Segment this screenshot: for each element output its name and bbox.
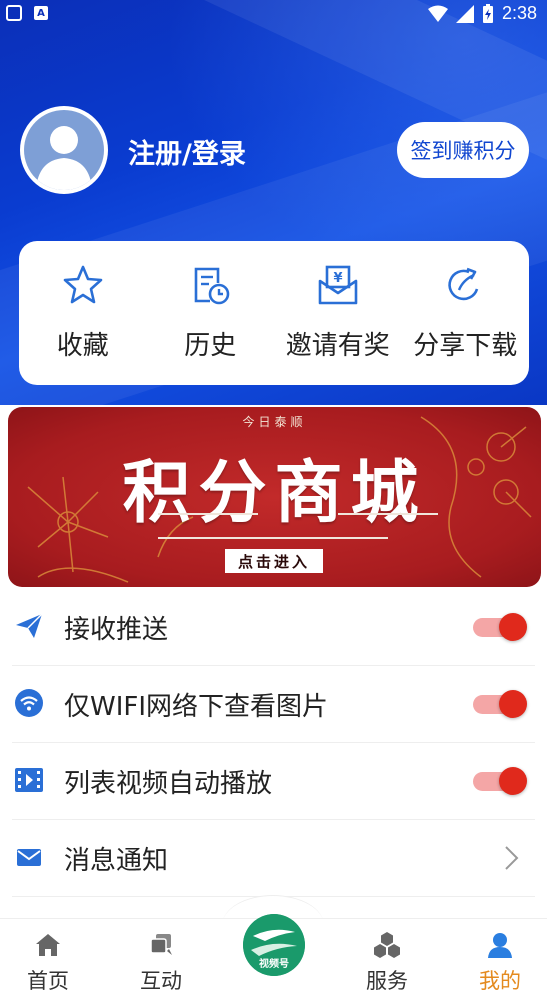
quick-action-label: 历史 — [184, 331, 237, 361]
invite-reward-icon: ¥ — [318, 265, 358, 305]
quick-action-invite-reward[interactable]: ¥ 邀请有奖 — [274, 241, 402, 385]
chevron-right-icon — [505, 846, 519, 870]
quick-action-favorites[interactable]: 收藏 — [19, 241, 147, 385]
mail-icon — [17, 849, 41, 866]
status-bar: A 2:38 — [0, 0, 547, 28]
quick-action-share-download[interactable]: 分享下载 — [402, 241, 530, 385]
nav-label: 首页 — [27, 969, 69, 993]
center-logo-label: 视频号 — [259, 959, 289, 970]
nav-home[interactable]: 首页 — [3, 919, 93, 995]
video-icon — [15, 768, 43, 792]
setting-row-push[interactable]: 接收推送 — [12, 589, 535, 666]
quick-action-history[interactable]: 历史 — [147, 241, 275, 385]
nav-interact[interactable]: 互动 — [116, 919, 206, 995]
battery-icon — [482, 3, 493, 23]
star-icon — [63, 265, 103, 304]
setting-label: 列表视频自动播放 — [64, 769, 273, 799]
nav-label: 互动 — [140, 969, 182, 993]
app-notification-icon: A — [34, 6, 48, 20]
banner-enter-button[interactable]: 点击进入 — [225, 549, 323, 573]
setting-label: 仅WIFI网络下查看图片 — [64, 692, 328, 722]
home-icon — [36, 934, 60, 956]
avatar[interactable] — [20, 106, 108, 194]
quick-action-label: 邀请有奖 — [285, 331, 390, 361]
wifi-status-icon — [427, 5, 448, 22]
setting-label: 接收推送 — [64, 615, 169, 645]
signin-earn-points-button[interactable]: 签到赚积分 — [397, 122, 529, 178]
wifi-icon — [15, 689, 43, 717]
banner-divider — [158, 537, 388, 539]
wifi-images-toggle[interactable] — [471, 689, 527, 719]
setting-row-notifications[interactable]: 消息通知 — [12, 820, 535, 897]
login-link[interactable]: 注册/登录 — [128, 132, 246, 171]
banner-divider-right — [338, 513, 438, 515]
points-mall-banner[interactable]: 今日泰顺 积分商城 点击进入 — [8, 407, 541, 587]
user-icon — [488, 933, 512, 958]
history-icon — [194, 267, 230, 305]
video-channel-button[interactable]: 视频号 — [243, 914, 305, 976]
nav-label: 服务 — [366, 969, 408, 993]
quick-actions-card: 收藏 历史 ¥ 邀请有奖 分享下载 — [19, 241, 529, 385]
quick-action-label: 分享下载 — [413, 331, 518, 361]
banner-divider-left — [158, 513, 258, 515]
nav-services[interactable]: 服务 — [342, 919, 432, 995]
nav-mine[interactable]: 我的 — [455, 919, 545, 995]
signal-icon — [455, 4, 474, 23]
banner-top-text: 今日泰顺 — [242, 415, 307, 429]
send-icon — [16, 613, 43, 638]
setting-row-wifi-images[interactable]: 仅WIFI网络下查看图片 — [12, 666, 535, 743]
share-icon — [448, 267, 479, 301]
nav-label-active: 我的 — [479, 969, 521, 993]
autoplay-toggle[interactable] — [471, 766, 527, 796]
push-toggle[interactable] — [471, 612, 527, 642]
quick-action-label: 收藏 — [56, 331, 109, 361]
setting-row-autoplay[interactable]: 列表视频自动播放 — [12, 743, 535, 820]
banner-title: 积分商城 — [122, 453, 427, 533]
notification-icon — [6, 5, 22, 21]
svg-text:¥: ¥ — [333, 271, 342, 286]
settings-list: 接收推送 仅WIFI网络下查看图片 列表视频自动播放 消息通知 — [0, 589, 547, 897]
services-icon — [374, 932, 400, 958]
setting-label: 消息通知 — [64, 846, 169, 876]
interact-icon — [150, 934, 172, 955]
default-avatar-icon — [36, 126, 92, 190]
clock: 2:38 — [501, 3, 537, 23]
